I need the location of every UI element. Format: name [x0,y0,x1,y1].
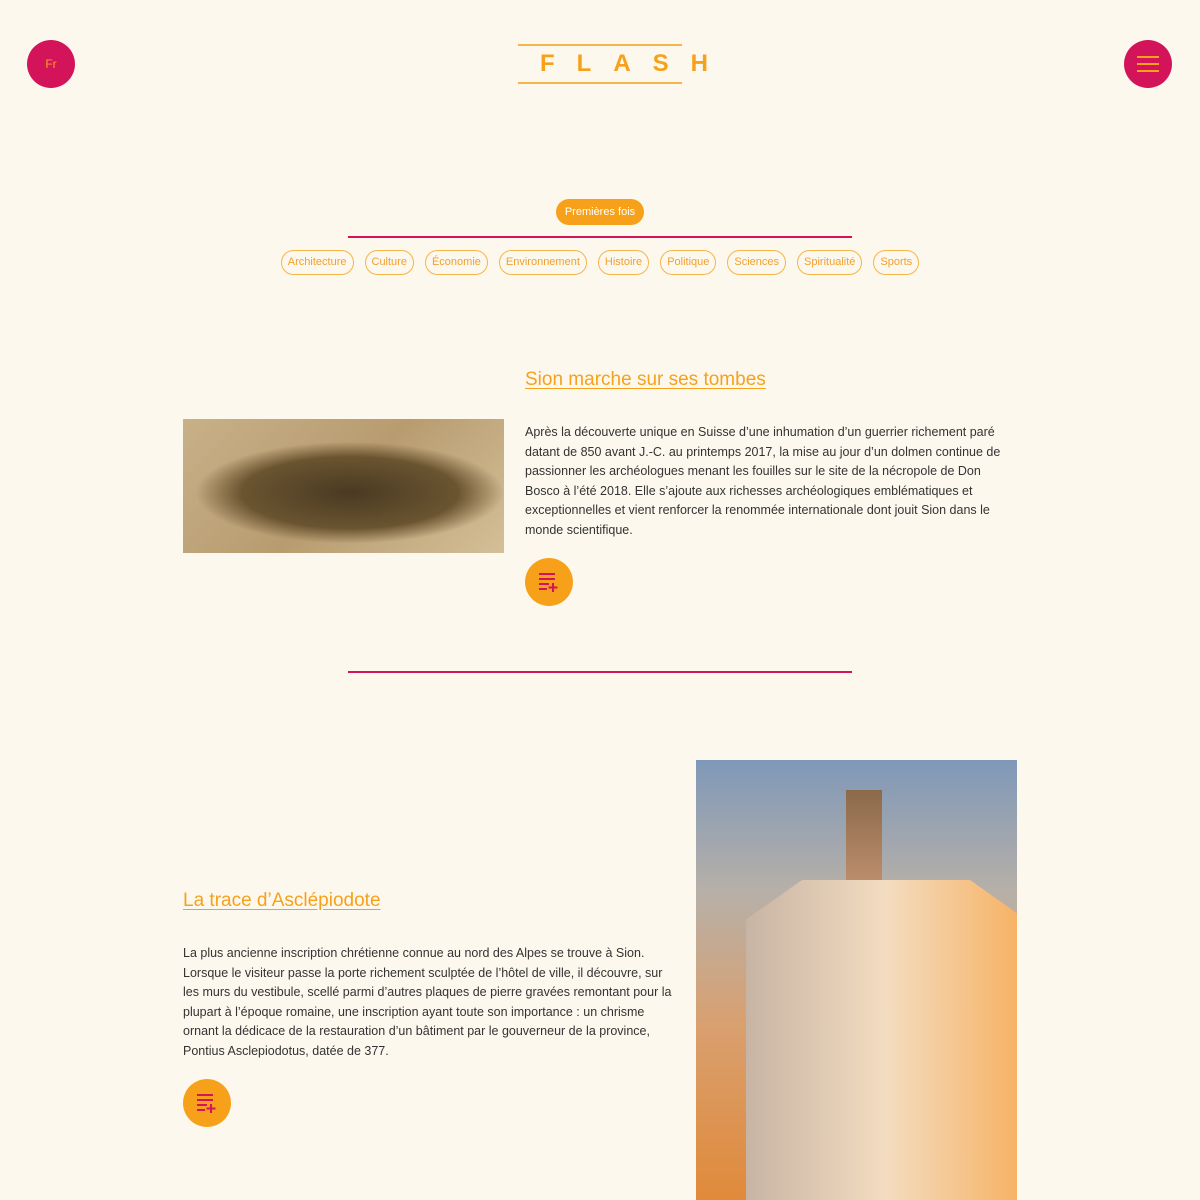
article-title[interactable]: La trace d’Asclépiodote [183,890,381,912]
tag-list: Architecture Culture Économie Environnem… [0,250,1200,275]
divider [348,236,852,238]
article-image-town-hall [696,760,1017,1200]
hamburger-line [1137,70,1159,72]
logo[interactable]: FLASH [518,44,708,84]
tag-spiritualite[interactable]: Spiritualité [797,250,863,275]
playlist-add-icon [197,1094,216,1113]
tag-politique[interactable]: Politique [660,250,717,275]
tag-sports[interactable]: Sports [873,250,920,275]
divider [348,671,852,673]
tag-architecture[interactable]: Architecture [280,250,354,275]
tag-histoire[interactable]: Histoire [597,250,650,275]
tag-economie[interactable]: Économie [424,250,488,275]
article-title[interactable]: Sion marche sur ses tombes [525,369,766,391]
tag-environnement[interactable]: Environnement [498,250,587,275]
article-body: La plus ancienne inscription chrétienne … [183,946,672,1058]
tag-sciences[interactable]: Sciences [727,250,787,275]
featured-tag[interactable]: Premières fois [556,199,644,225]
language-label: Fr [45,57,57,71]
hamburger-icon [1137,56,1159,58]
menu-button[interactable] [1124,40,1172,88]
read-more-button[interactable] [183,1079,231,1127]
read-more-button[interactable] [525,558,573,606]
language-button[interactable]: Fr [27,40,75,88]
playlist-add-icon [539,573,558,592]
article-body: Après la découverte unique en Suisse d’u… [525,425,1001,537]
tower [846,790,882,890]
building [746,880,1017,1200]
tag-culture[interactable]: Culture [364,250,414,275]
hamburger-line [1137,63,1159,65]
article-image-excavation [183,419,504,553]
